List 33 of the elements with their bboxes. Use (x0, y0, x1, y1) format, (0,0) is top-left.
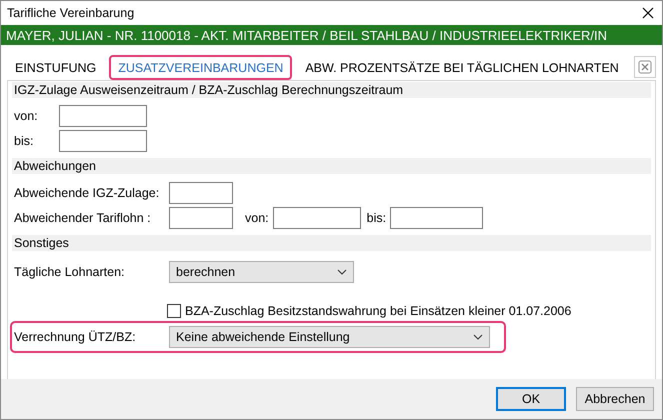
employee-banner: MAYER, JULIAN - NR. 1100018 - AKT. MITARBEITER / BEIL STAHLBAU / INDUSTRIEELEKTRIKER/IN (1, 25, 662, 45)
section-header: Sonstiges (12, 235, 651, 251)
field-label: bis: (366, 211, 386, 225)
dialog-button[interactable]: Abbrechen (576, 387, 654, 411)
date-field[interactable] (59, 130, 147, 152)
amount-field[interactable] (169, 182, 233, 204)
tab[interactable]: EINSTUFUNG (6, 55, 106, 80)
close-icon[interactable] (642, 6, 654, 18)
tab[interactable]: ABW. PROZENTSÄTZE BEI TÄGLICHEN LOHNARTEN (296, 55, 628, 80)
date-field[interactable] (272, 207, 361, 229)
checkbox[interactable] (167, 304, 181, 318)
field-label: Verrechnung ÜTZ/BZ: (14, 330, 137, 344)
crossed-box-icon (638, 60, 652, 74)
chevron-down-icon (337, 269, 347, 275)
field-label: von: (14, 109, 39, 123)
field-label: bis: (14, 134, 34, 148)
dialog-button[interactable]: OK (496, 387, 566, 411)
chevron-down-icon (473, 334, 483, 340)
tab[interactable]: ZUSATZVEREINBARUNGEN (109, 55, 292, 80)
dropdown[interactable]: Keine abweichende Einstellung (169, 326, 490, 348)
field-label: Tägliche Lohnarten: (14, 265, 126, 279)
date-field[interactable] (390, 207, 484, 229)
window-title: Tarifliche Vereinbarung (7, 6, 134, 20)
field-label: Abweichende IGZ-Zulage: (14, 186, 160, 200)
field-label: Abweichender Tariflohn : (14, 211, 152, 225)
reset-button[interactable] (634, 56, 656, 78)
dropdown[interactable]: berechnen (169, 261, 354, 283)
checkbox-label: BZA-Zuschlag Besitzstandswahrung bei Einsätzen kleiner 01.07.2006 (185, 304, 572, 318)
section-header: IGZ-Zulage Ausweisenzeitraum / BZA-Zuschlag Berechnungszeitraum (12, 82, 651, 98)
section-header: Abweichungen (12, 158, 651, 174)
date-field[interactable] (59, 105, 147, 127)
amount-field[interactable] (169, 207, 233, 229)
field-label: von: (245, 211, 269, 225)
